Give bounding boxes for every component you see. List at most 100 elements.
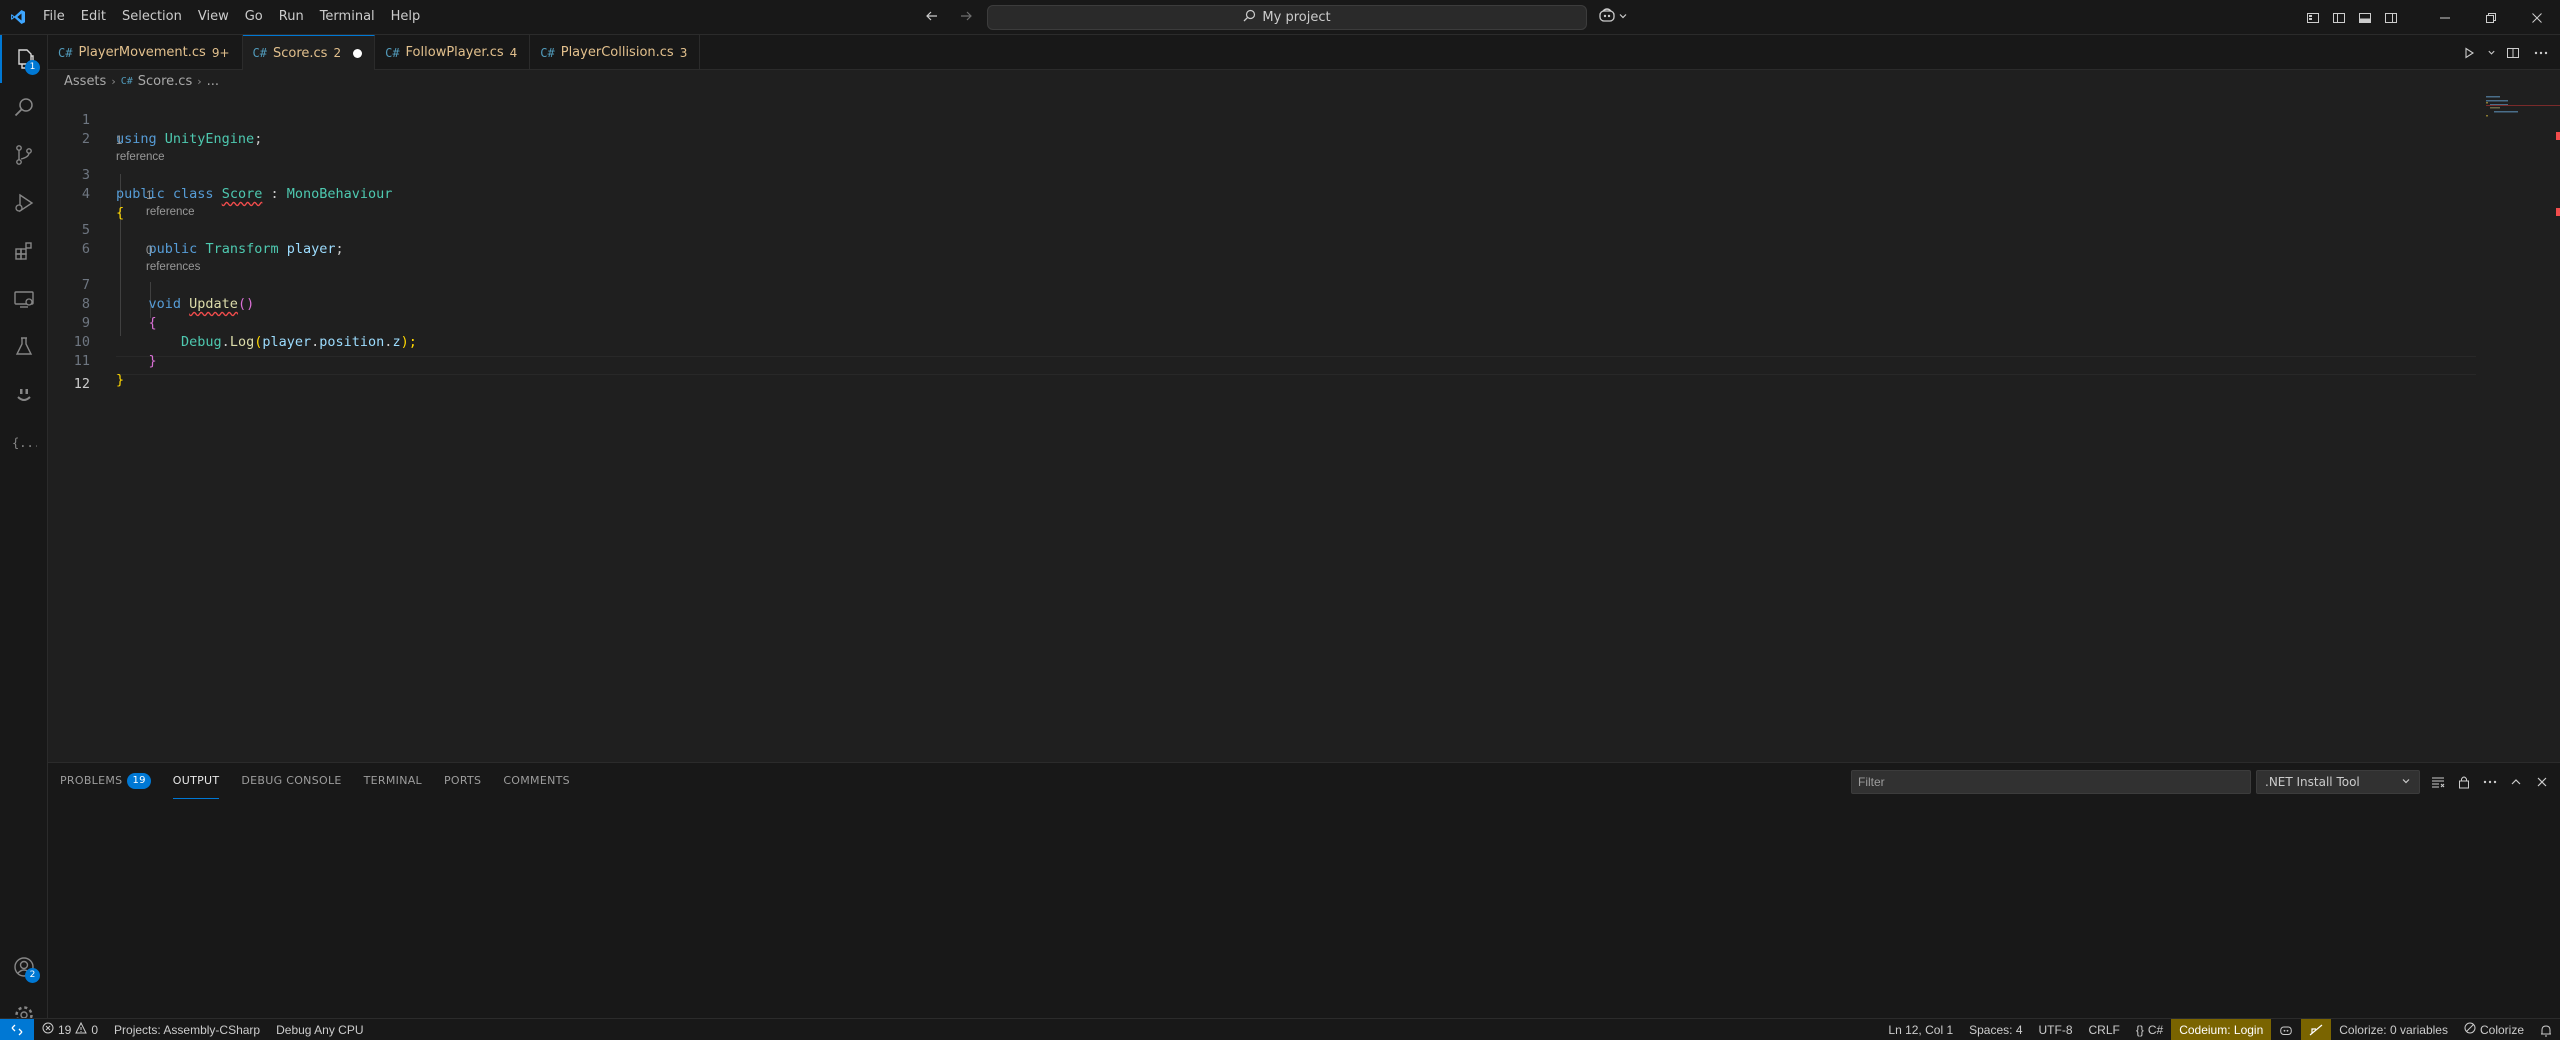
chevron-down-icon[interactable]: [2486, 42, 2496, 64]
output-channel-select[interactable]: .NET Install Tool: [2256, 770, 2420, 794]
chevron-down-icon: [1618, 10, 1628, 25]
breadcrumb-file[interactable]: Score.cs: [138, 74, 192, 89]
colorize-toggle[interactable]: Colorize: [2456, 1019, 2532, 1040]
customize-layout-icon[interactable]: [2300, 5, 2326, 31]
token-brace: }: [116, 372, 125, 388]
menu-view[interactable]: View: [190, 5, 237, 29]
lock-icon[interactable]: [2454, 770, 2474, 794]
back-arrow-icon[interactable]: [920, 4, 944, 28]
activity-bar: 1 {...} 2: [0, 35, 48, 1027]
tab-ports[interactable]: PORTS: [444, 763, 481, 799]
indentation[interactable]: Spaces: 4: [1961, 1019, 2030, 1040]
codeium-status[interactable]: Codeium: Login: [2171, 1019, 2272, 1040]
run-and-debug-icon[interactable]: [0, 179, 48, 227]
extensions-icon[interactable]: [0, 227, 48, 275]
toggle-panel-icon[interactable]: [2352, 5, 2378, 31]
breadcrumb-more[interactable]: ...: [207, 74, 219, 89]
token-punct: ;: [335, 241, 344, 257]
codelens-references[interactable]: 0 references: [146, 243, 200, 275]
search-icon[interactable]: [0, 83, 48, 131]
toggle-secondary-sidebar-icon[interactable]: [2378, 5, 2404, 31]
run-play-icon[interactable]: [2458, 42, 2480, 64]
accounts-icon[interactable]: 2: [0, 943, 48, 991]
panel-actions: [2428, 770, 2552, 794]
breadcrumb-folder[interactable]: Assets: [64, 74, 106, 89]
maximize-panel-icon[interactable]: [2506, 770, 2526, 794]
disabled-feature-icon[interactable]: [2301, 1019, 2332, 1040]
navigation-controls: [920, 4, 978, 28]
restore-icon[interactable]: [2468, 0, 2514, 35]
notifications-bell-icon[interactable]: [2532, 1019, 2560, 1040]
explorer-icon[interactable]: 1: [0, 35, 48, 83]
code-line: 9 Debug.Log(player.position.z);: [48, 295, 417, 350]
toggle-primary-sidebar-icon[interactable]: [2326, 5, 2352, 31]
menu-run[interactable]: Run: [271, 5, 312, 29]
clear-output-icon[interactable]: [2428, 770, 2448, 794]
menu-terminal[interactable]: Terminal: [312, 5, 383, 29]
menu-go[interactable]: Go: [237, 5, 271, 29]
project-status[interactable]: Projects: Assembly-CSharp: [106, 1019, 268, 1040]
unsaved-dot-icon[interactable]: [353, 48, 363, 58]
tab-problems[interactable]: PROBLEMS 19: [60, 763, 151, 799]
menu-edit[interactable]: Edit: [73, 5, 114, 29]
colorize-variables-status[interactable]: Colorize: 0 variables: [2331, 1019, 2456, 1040]
more-actions-icon[interactable]: [2530, 42, 2552, 64]
tab-follow-player[interactable]: C# FollowPlayer.cs 4: [375, 35, 531, 70]
token-field: player: [286, 241, 336, 257]
remote-indicator-icon[interactable]: [0, 1018, 34, 1040]
language-label: C#: [2147, 1023, 2164, 1037]
json-braces-icon[interactable]: {...}: [0, 419, 48, 467]
codelens-references[interactable]: 1 reference: [146, 188, 195, 220]
debug-config-status[interactable]: Debug Any CPU: [268, 1019, 371, 1040]
end-of-line[interactable]: CRLF: [2081, 1019, 2128, 1040]
code-line: 7 void Update(): [48, 257, 254, 312]
tab-player-movement[interactable]: C# PlayerMovement.cs 9+: [48, 35, 243, 70]
forward-arrow-icon[interactable]: [954, 4, 978, 28]
token-brace: }: [148, 353, 157, 369]
editor-tabs: C# PlayerMovement.cs 9+ C# Score.cs 2 C#…: [48, 35, 2560, 70]
close-panel-icon[interactable]: [2532, 770, 2552, 794]
menu-selection[interactable]: Selection: [114, 5, 190, 29]
output-channel-label: .NET Install Tool: [2265, 775, 2360, 789]
tab-player-collision[interactable]: C# PlayerCollision.cs 3: [530, 35, 701, 70]
tab-terminal[interactable]: TERMINAL: [364, 763, 422, 799]
encoding[interactable]: UTF-8: [2031, 1019, 2081, 1040]
split-editor-icon[interactable]: [2502, 42, 2524, 64]
code-editor[interactable]: 1 using UnityEngine; 2 1 reference 3 pub…: [48, 92, 2560, 760]
minimap[interactable]: [2482, 92, 2560, 760]
more-actions-icon[interactable]: [2480, 770, 2500, 794]
tab-comments[interactable]: COMMENTS: [503, 763, 570, 799]
menu-file[interactable]: File: [35, 5, 73, 29]
braces-icon: {}: [2135, 1023, 2144, 1037]
tab-output[interactable]: OUTPUT: [172, 763, 220, 799]
copilot-menu[interactable]: [1598, 7, 1628, 27]
token-brace: {: [116, 205, 125, 221]
tab-score[interactable]: C# Score.cs 2: [242, 35, 376, 70]
testing-flask-icon[interactable]: [0, 323, 48, 371]
close-icon[interactable]: [2514, 0, 2560, 35]
search-icon: [1243, 9, 1256, 26]
command-center-label: My project: [1262, 10, 1331, 25]
copilot-status-icon[interactable]: [2271, 1019, 2301, 1040]
explorer-badge: 1: [25, 60, 40, 75]
tab-debug-console[interactable]: DEBUG CONSOLE: [241, 763, 341, 799]
remote-explorer-icon[interactable]: [0, 275, 48, 323]
code-line: 10 }: [48, 314, 157, 369]
source-control-icon[interactable]: [0, 131, 48, 179]
token-brace: {: [148, 315, 157, 331]
colorize-label: Colorize: [2479, 1023, 2524, 1037]
tab-label: PORTS: [443, 774, 482, 787]
csharp-file-icon: C#: [58, 45, 73, 60]
command-center-search[interactable]: My project: [987, 5, 1587, 30]
minimize-icon[interactable]: [2422, 0, 2468, 35]
problems-status[interactable]: 19 0: [34, 1019, 106, 1040]
menu-help[interactable]: Help: [383, 5, 429, 29]
codelens-references[interactable]: 1 reference: [116, 133, 165, 165]
error-icon: [42, 1019, 54, 1040]
codeium-icon[interactable]: [0, 371, 48, 419]
output-filter-input[interactable]: Filter: [1851, 770, 2251, 794]
cursor-position[interactable]: Ln 12, Col 1: [1880, 1019, 1961, 1040]
language-mode[interactable]: {} C#: [2128, 1019, 2171, 1040]
token-punct: :: [262, 186, 287, 202]
code-line: 5 public Transform player;: [48, 202, 344, 257]
